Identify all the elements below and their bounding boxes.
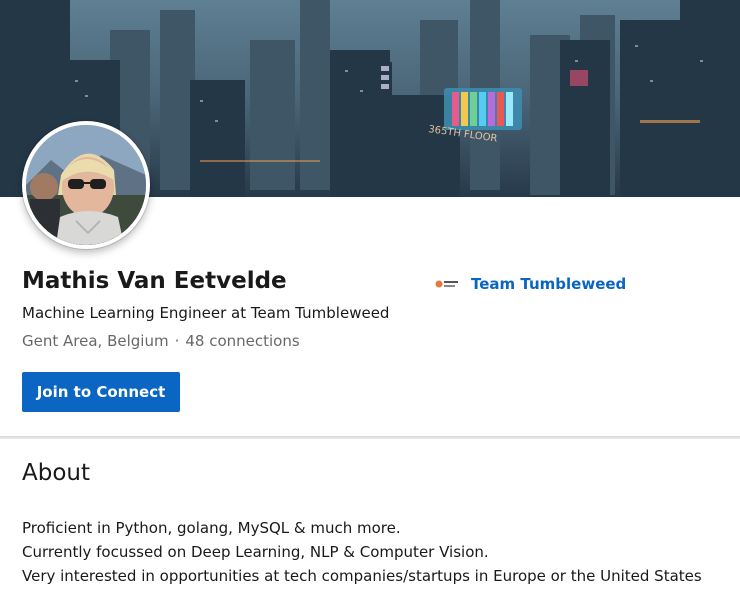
meta-separator: · xyxy=(174,332,180,350)
company-link[interactable]: Team Tumbleweed xyxy=(434,274,626,294)
about-title: About xyxy=(22,460,91,486)
profile-connections: 48 connections xyxy=(185,332,300,350)
profile-meta: Gent Area, Belgium · 48 connections xyxy=(22,332,300,350)
about-text: Proficient in Python, golang, MySQL & mu… xyxy=(22,516,738,588)
about-line: Proficient in Python, golang, MySQL & mu… xyxy=(22,519,401,537)
join-to-connect-button[interactable]: Join to Connect xyxy=(22,372,180,412)
profile-headline: Machine Learning Engineer at Team Tumble… xyxy=(22,304,390,322)
about-line: Very interested in opportunities at tech… xyxy=(22,567,702,585)
profile-name: Mathis Van Eetvelde xyxy=(22,268,287,294)
company-name[interactable]: Team Tumbleweed xyxy=(471,275,626,293)
profile-location: Gent Area, Belgium xyxy=(22,332,169,350)
profile-card: 365TH FLOOR Mathis Van Eetvelde Machine … xyxy=(0,0,740,436)
about-line: Currently focussed on Deep Learning, NLP… xyxy=(22,543,489,561)
company-logo-icon xyxy=(434,274,460,294)
section-divider xyxy=(0,436,740,439)
profile-avatar[interactable] xyxy=(22,121,150,249)
